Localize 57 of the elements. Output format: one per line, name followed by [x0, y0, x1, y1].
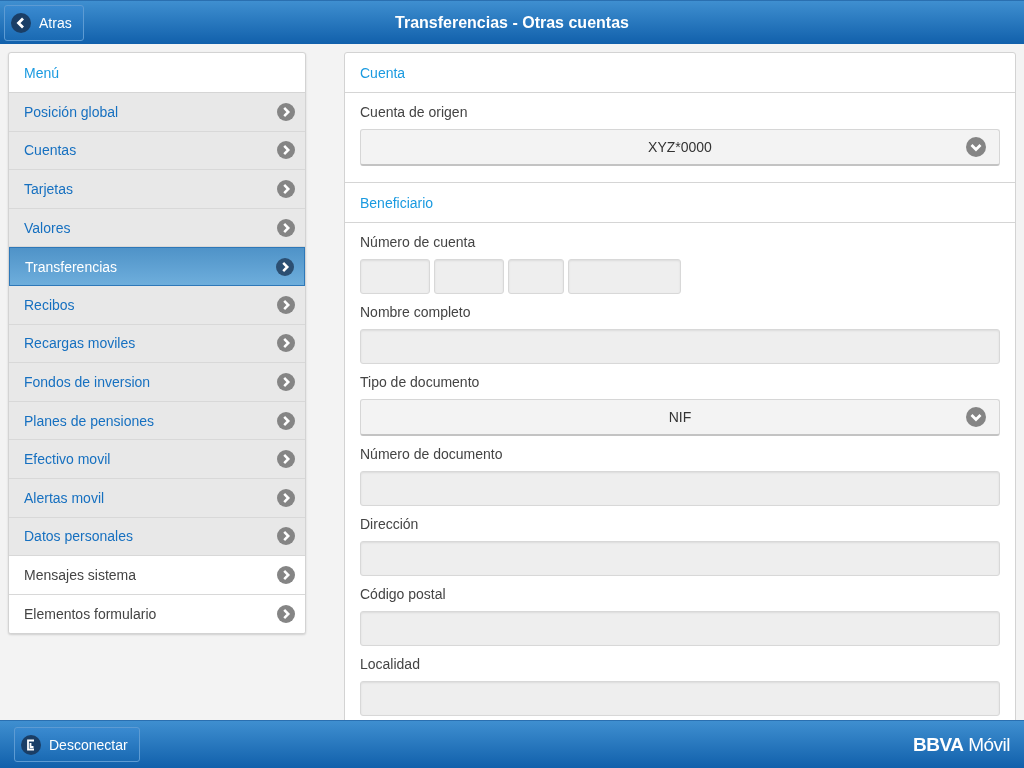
chevron-right-icon	[277, 334, 295, 353]
input-field[interactable]	[360, 611, 1000, 646]
input-field[interactable]	[360, 541, 1000, 576]
menu-item[interactable]: Planes de pensiones	[9, 401, 305, 441]
field-label: Localidad	[360, 656, 421, 672]
input-field[interactable]	[360, 471, 1000, 506]
menu-item[interactable]: Datos personales	[9, 517, 305, 557]
back-icon	[11, 12, 31, 33]
section-title: Beneficiario	[345, 183, 1015, 223]
menu-item[interactable]: Posición global	[9, 93, 305, 132]
menu-item[interactable]: Recargas moviles	[9, 324, 305, 364]
menu-item[interactable]: Valores	[9, 208, 305, 248]
field-label: Número de documento	[360, 446, 504, 462]
logout-button[interactable]: Desconectar	[14, 727, 140, 762]
page-title: Transferencias - Otras cuentas	[395, 13, 629, 31]
menu-item[interactable]: Alertas movil	[9, 478, 305, 518]
menu-item[interactable]: Elementos formulario	[9, 594, 305, 634]
chevron-right-icon	[277, 180, 295, 198]
input-field[interactable]	[434, 259, 504, 294]
chevron-right-icon	[277, 527, 295, 546]
field-label: Código postal	[360, 586, 447, 602]
chevron-right-icon	[277, 141, 295, 160]
input-field[interactable]	[568, 259, 681, 294]
chevron-right-icon	[277, 295, 295, 314]
menu-item[interactable]: Recibos	[9, 285, 305, 325]
menu-item[interactable]: Cuentas	[9, 131, 305, 171]
menu-item[interactable]: Mensajes sistema	[9, 556, 305, 595]
field-label: Nombre completo	[360, 304, 472, 320]
field-label: Tipo de documento	[360, 374, 481, 390]
chevron-right-icon	[277, 605, 295, 623]
select-field[interactable]: XYZ*0000	[360, 129, 1000, 166]
chevron-right-icon	[277, 450, 295, 469]
menu-item[interactable]: Tarjetas	[9, 170, 305, 209]
field-label: Cuenta de origen	[360, 104, 469, 120]
chevron-down-icon	[966, 137, 986, 157]
brand-logo: BBVA Móvil	[912, 733, 1010, 756]
select-field[interactable]: NIF	[360, 399, 1000, 436]
field-label: Dirección	[360, 516, 420, 532]
menu-item[interactable]: Fondos de inversion	[9, 363, 305, 402]
input-field[interactable]	[360, 681, 1000, 716]
chevron-right-icon	[277, 565, 295, 584]
chevron-right-icon	[276, 257, 294, 276]
logout-icon	[21, 734, 41, 755]
menu-item[interactable]: Transferencias	[9, 247, 305, 286]
input-field[interactable]	[360, 329, 1000, 364]
chevron-right-icon	[277, 102, 295, 121]
chevron-down-icon	[966, 407, 986, 427]
input-field[interactable]	[508, 259, 564, 294]
chevron-right-icon	[277, 411, 295, 430]
chevron-right-icon	[277, 488, 295, 507]
chevron-right-icon	[277, 218, 295, 237]
chevron-right-icon	[277, 372, 295, 391]
back-button[interactable]: Atras	[4, 4, 84, 41]
menu-item[interactable]: Efectivo movil	[9, 440, 305, 479]
section-title: Cuenta	[345, 53, 1015, 93]
field-label: Número de cuenta	[360, 234, 477, 250]
input-field[interactable]	[360, 259, 430, 294]
